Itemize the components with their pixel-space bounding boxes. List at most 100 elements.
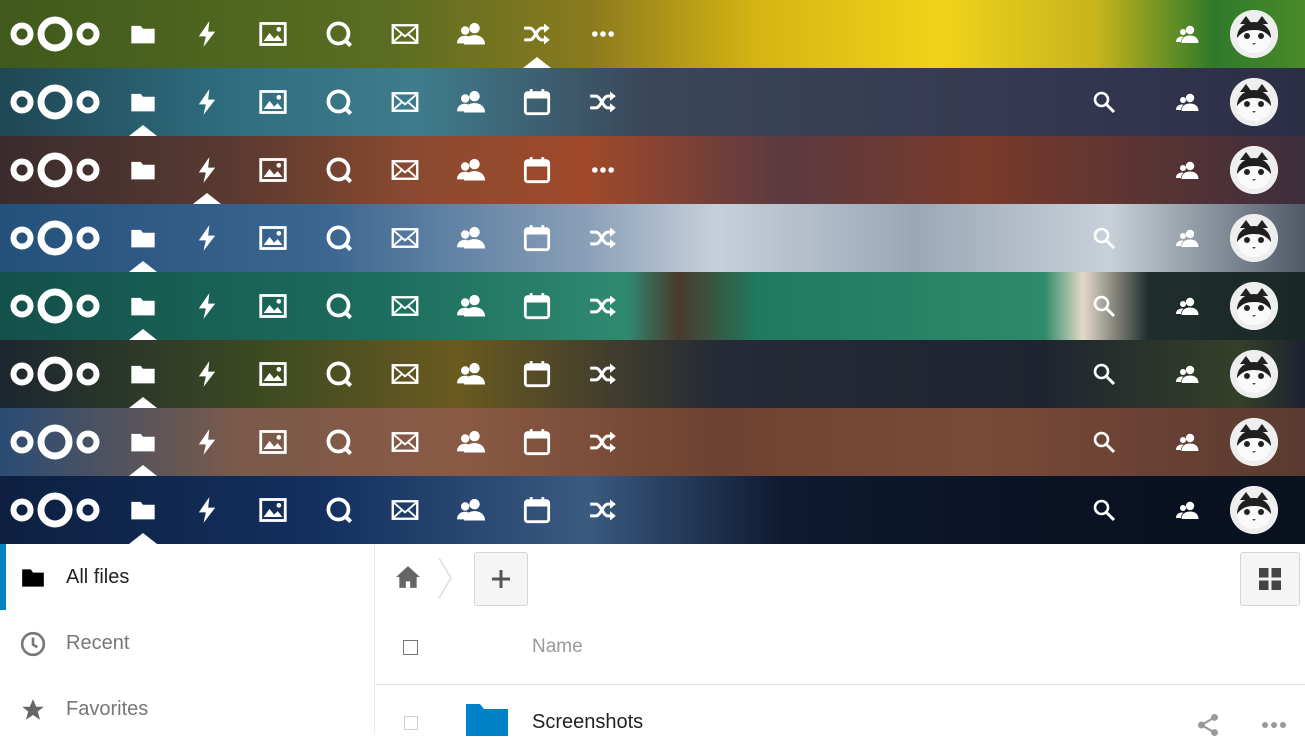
home-icon[interactable] (395, 564, 421, 590)
shuffle-icon[interactable] (586, 221, 620, 255)
contacts-icon[interactable] (454, 493, 488, 527)
avatar[interactable] (1230, 350, 1278, 398)
nextcloud-logo[interactable] (8, 218, 102, 258)
calendar-icon[interactable] (520, 153, 554, 187)
calendar-icon[interactable] (520, 85, 554, 119)
sidebar-item-recent[interactable]: Recent (0, 610, 374, 676)
activity-icon[interactable] (190, 425, 224, 459)
contacts-icon[interactable] (454, 425, 488, 459)
talk-icon[interactable] (322, 357, 356, 391)
avatar[interactable] (1230, 282, 1278, 330)
contacts-icon[interactable] (454, 17, 488, 51)
contacts-menu-icon[interactable] (1174, 292, 1202, 320)
talk-icon[interactable] (322, 221, 356, 255)
sidebar-item-favorites[interactable]: Favorites (0, 676, 374, 742)
sidebar-item-all-files[interactable]: All files (0, 544, 380, 610)
contacts-menu-icon[interactable] (1174, 496, 1202, 524)
calendar-icon[interactable] (520, 221, 554, 255)
calendar-icon[interactable] (520, 493, 554, 527)
mail-icon[interactable] (388, 17, 422, 51)
more-icon[interactable] (586, 17, 620, 51)
nextcloud-logo[interactable] (8, 150, 102, 190)
files-icon[interactable] (126, 85, 160, 119)
shuffle-icon[interactable] (586, 425, 620, 459)
mail-icon[interactable] (388, 357, 422, 391)
files-icon[interactable] (126, 289, 160, 323)
mail-icon[interactable] (388, 493, 422, 527)
search-icon[interactable] (1090, 496, 1118, 524)
activity-icon[interactable] (190, 85, 224, 119)
contacts-menu-icon[interactable] (1174, 20, 1202, 48)
calendar-icon[interactable] (520, 289, 554, 323)
more-actions-icon[interactable] (1259, 712, 1289, 738)
contacts-icon[interactable] (454, 221, 488, 255)
nextcloud-logo[interactable] (8, 422, 102, 462)
activity-icon[interactable] (190, 17, 224, 51)
contacts-icon[interactable] (454, 357, 488, 391)
new-file-button[interactable] (474, 552, 528, 606)
column-header-name[interactable]: Name (532, 636, 583, 658)
files-icon[interactable] (126, 493, 160, 527)
shuffle-icon[interactable] (586, 289, 620, 323)
avatar[interactable] (1230, 146, 1278, 194)
gallery-icon[interactable] (256, 153, 290, 187)
nextcloud-logo[interactable] (8, 354, 102, 394)
avatar[interactable] (1230, 418, 1278, 466)
gallery-icon[interactable] (256, 17, 290, 51)
mail-icon[interactable] (388, 425, 422, 459)
gallery-icon[interactable] (256, 221, 290, 255)
files-icon[interactable] (126, 357, 160, 391)
avatar[interactable] (1230, 486, 1278, 534)
activity-icon[interactable] (190, 153, 224, 187)
row-checkbox[interactable] (404, 716, 418, 730)
search-icon[interactable] (1090, 88, 1118, 116)
gallery-icon[interactable] (256, 357, 290, 391)
activity-icon[interactable] (190, 221, 224, 255)
mail-icon[interactable] (388, 85, 422, 119)
talk-icon[interactable] (322, 153, 356, 187)
shuffle-icon[interactable] (520, 17, 554, 51)
contacts-icon[interactable] (454, 85, 488, 119)
mail-icon[interactable] (388, 153, 422, 187)
select-all-checkbox[interactable] (403, 640, 418, 655)
activity-icon[interactable] (190, 493, 224, 527)
gallery-icon[interactable] (256, 425, 290, 459)
talk-icon[interactable] (322, 85, 356, 119)
search-icon[interactable] (1090, 224, 1118, 252)
gallery-icon[interactable] (256, 85, 290, 119)
grid-view-toggle[interactable] (1240, 552, 1300, 606)
talk-icon[interactable] (322, 17, 356, 51)
contacts-icon[interactable] (454, 289, 488, 323)
avatar[interactable] (1230, 10, 1278, 58)
contacts-menu-icon[interactable] (1174, 428, 1202, 456)
nextcloud-logo[interactable] (8, 490, 102, 530)
files-icon[interactable] (126, 425, 160, 459)
shuffle-icon[interactable] (586, 357, 620, 391)
talk-icon[interactable] (322, 289, 356, 323)
nextcloud-logo[interactable] (8, 82, 102, 122)
activity-icon[interactable] (190, 289, 224, 323)
gallery-icon[interactable] (256, 493, 290, 527)
files-icon[interactable] (126, 153, 160, 187)
share-icon[interactable] (1195, 712, 1221, 738)
shuffle-icon[interactable] (586, 493, 620, 527)
mail-icon[interactable] (388, 289, 422, 323)
search-icon[interactable] (1090, 428, 1118, 456)
talk-icon[interactable] (322, 493, 356, 527)
more-icon[interactable] (586, 153, 620, 187)
nextcloud-logo[interactable] (8, 14, 102, 54)
file-name[interactable]: Screenshots (532, 711, 643, 734)
contacts-icon[interactable] (454, 153, 488, 187)
activity-icon[interactable] (190, 357, 224, 391)
avatar[interactable] (1230, 214, 1278, 262)
files-icon[interactable] (126, 17, 160, 51)
shuffle-icon[interactable] (586, 85, 620, 119)
mail-icon[interactable] (388, 221, 422, 255)
contacts-menu-icon[interactable] (1174, 360, 1202, 388)
contacts-menu-icon[interactable] (1174, 224, 1202, 252)
contacts-menu-icon[interactable] (1174, 88, 1202, 116)
search-icon[interactable] (1090, 360, 1118, 388)
search-icon[interactable] (1090, 292, 1118, 320)
calendar-icon[interactable] (520, 425, 554, 459)
contacts-menu-icon[interactable] (1174, 156, 1202, 184)
